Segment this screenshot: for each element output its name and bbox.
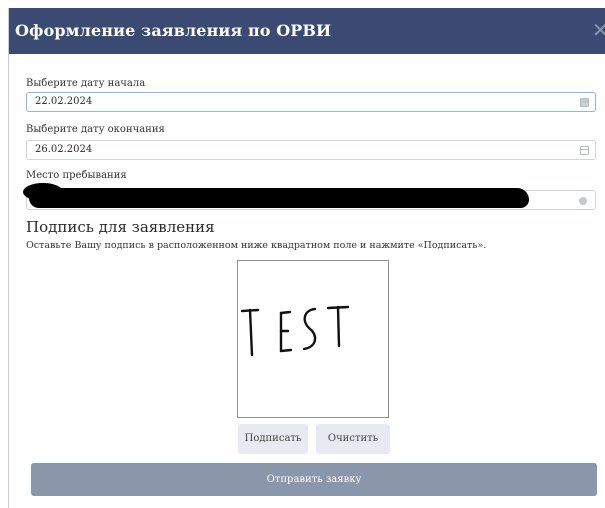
calendar-icon[interactable] bbox=[580, 98, 589, 107]
clear-icon[interactable] bbox=[579, 197, 587, 205]
signature-hint: Оставьте Вашу подпись в расположенном ни… bbox=[26, 240, 487, 251]
end-date-label: Выберите дату окончания bbox=[26, 124, 165, 135]
start-date-field[interactable]: 22.02.2024 bbox=[26, 92, 596, 112]
redaction-mark bbox=[23, 183, 529, 208]
clear-button[interactable]: Очистить bbox=[316, 424, 390, 454]
end-date-field[interactable]: 26.02.2024 bbox=[26, 140, 596, 160]
close-icon[interactable]: ✕ bbox=[592, 18, 605, 42]
calendar-icon[interactable] bbox=[580, 146, 589, 155]
dialog: Оформление заявления по ОРВИ ✕ Выберите … bbox=[8, 8, 605, 508]
sign-button[interactable]: Подписать bbox=[238, 424, 308, 454]
signature-canvas[interactable] bbox=[237, 260, 389, 418]
signature-heading: Подпись для заявления bbox=[26, 218, 215, 236]
submit-button[interactable]: Отправить заявку bbox=[31, 463, 597, 496]
location-label: Место пребывания bbox=[26, 170, 127, 181]
start-date-value: 22.02.2024 bbox=[35, 96, 93, 107]
end-date-value: 26.02.2024 bbox=[35, 144, 93, 155]
dialog-title: Оформление заявления по ОРВИ bbox=[15, 21, 332, 40]
dialog-header: Оформление заявления по ОРВИ ✕ bbox=[9, 8, 605, 54]
signature-drawing bbox=[240, 305, 350, 357]
start-date-label: Выберите дату начала bbox=[26, 78, 146, 89]
